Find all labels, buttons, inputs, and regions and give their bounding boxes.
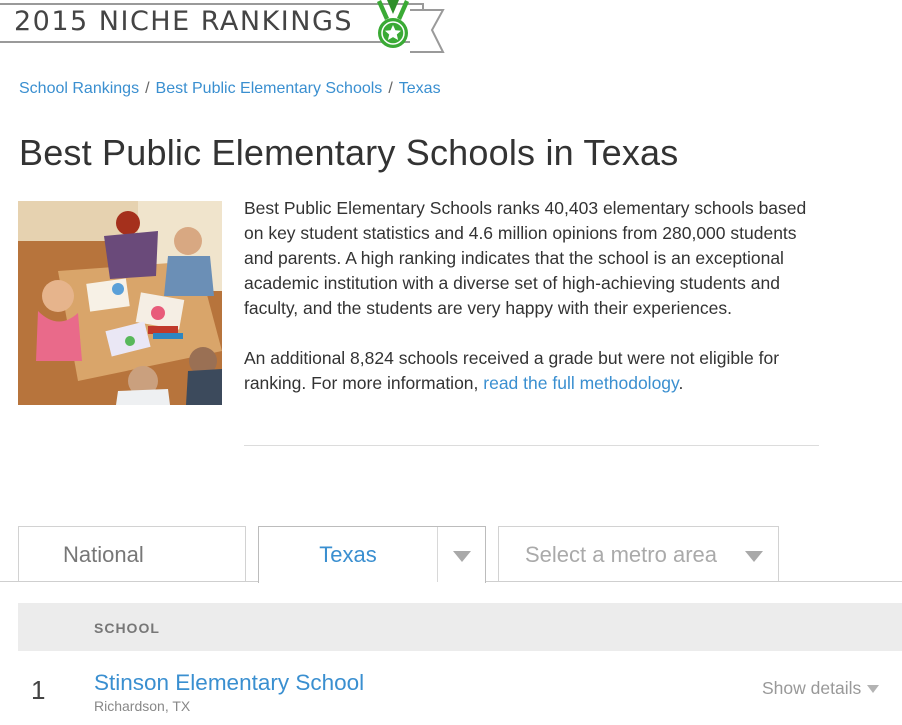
chevron-down-icon[interactable] [453,551,471,562]
rank-number: 1 [31,675,46,705]
table-row: 1 Stinson Elementary School Richardson, … [18,660,902,725]
description-period: . [678,373,684,393]
breadcrumb-school-rankings[interactable]: School Rankings [19,80,139,97]
classroom-photo [18,201,222,405]
breadcrumb: School Rankings / Best Public Elementary S… [19,79,441,99]
school-location: Richardson, TX [94,698,191,714]
chevron-down-icon [745,551,763,562]
tab-divider [437,527,438,582]
tab-national-label: National [63,542,144,567]
medal-star-icon [377,0,409,48]
show-details-button[interactable]: Show details [762,677,880,699]
breadcrumb-texas[interactable]: Texas [399,80,441,97]
description-paragraph-additional: An additional 8,824 schools received a g… [244,346,824,396]
ribbon-tail-icon [410,9,445,53]
school-name-link[interactable]: Stinson Elementary School [94,668,364,698]
tab-national[interactable]: National [18,526,246,581]
column-school: SCHOOL [94,620,160,636]
show-details-label: Show details [762,678,862,698]
rankings-table-header: SCHOOL [18,603,902,651]
chevron-down-icon [867,685,880,694]
metro-area-select[interactable]: Select a metro area [498,526,779,581]
breadcrumb-separator: / [388,80,393,97]
methodology-link[interactable]: read the full methodology [483,373,678,393]
description-paragraph: Best Public Elementary Schools ranks 40,… [244,198,807,318]
breadcrumb-separator: / [145,80,150,97]
tab-state-label: Texas [319,542,377,567]
metro-area-placeholder: Select a metro area [525,542,717,567]
niche-rankings-banner: 2015 NICHE RANKINGS [0,0,445,54]
tab-state-texas[interactable]: Texas [258,526,486,583]
description-divider [244,445,819,446]
page-title: Best Public Elementary Schools in Texas [19,132,679,173]
rankings-description: Best Public Elementary Schools ranks 40,… [244,196,824,396]
banner-text: 2015 NICHE RANKINGS [14,6,354,37]
breadcrumb-best-public-elementary[interactable]: Best Public Elementary Schools [156,80,383,97]
